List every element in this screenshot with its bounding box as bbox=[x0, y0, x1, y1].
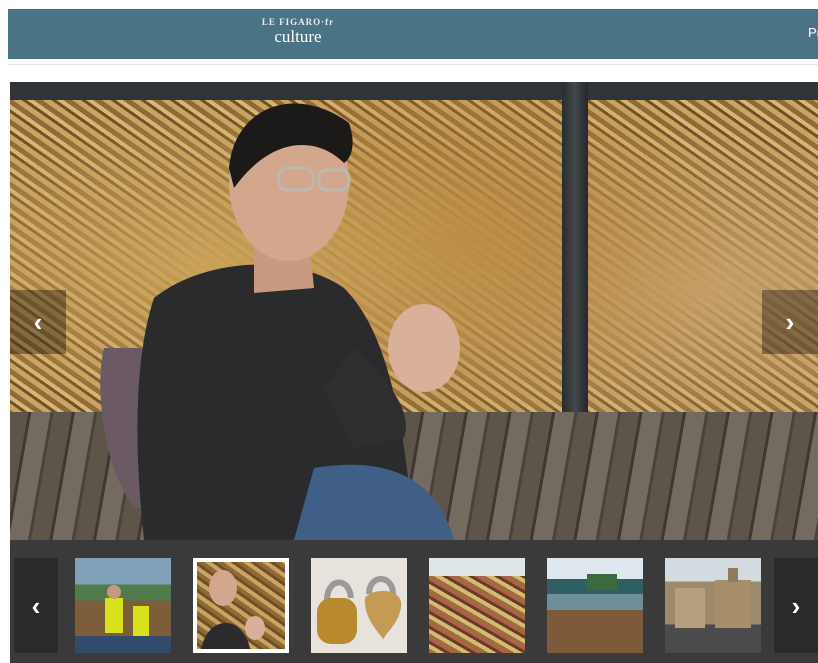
chevron-left-icon: ‹ bbox=[31, 590, 41, 621]
person-figure bbox=[100, 103, 460, 540]
chevron-right-icon: › bbox=[785, 307, 795, 337]
thumbnail-strip: ‹ › bbox=[10, 540, 818, 663]
site-header: LE FIGARO·fr culture Pr bbox=[8, 9, 818, 59]
thumbnail-5[interactable] bbox=[547, 558, 643, 653]
thumbnail-6-image bbox=[675, 568, 751, 628]
thumbnail-2[interactable] bbox=[193, 558, 289, 653]
thumbnail-5-image bbox=[587, 574, 617, 590]
gallery-next-button[interactable]: › bbox=[762, 290, 818, 354]
chevron-right-icon: › bbox=[791, 590, 801, 621]
thumbnail-1-image bbox=[75, 585, 171, 653]
gallery-prev-button[interactable]: ‹ bbox=[10, 290, 66, 354]
bridge-post bbox=[562, 82, 588, 462]
thumbnail-4-image bbox=[429, 558, 525, 576]
chevron-left-icon: ‹ bbox=[33, 307, 43, 337]
thumbnail-6[interactable] bbox=[665, 558, 761, 653]
strip-next-button[interactable]: › bbox=[774, 558, 818, 653]
thumbnail-2-image bbox=[201, 570, 265, 653]
thumbnail-1[interactable] bbox=[75, 558, 171, 653]
header-nav-edge[interactable]: Pr bbox=[808, 25, 818, 40]
main-gallery-photo[interactable]: ‹ › bbox=[10, 82, 818, 540]
strip-prev-button[interactable]: ‹ bbox=[14, 558, 58, 653]
figaro-logo-text[interactable]: LE FIGARO·fr bbox=[8, 17, 588, 27]
thumbnail-3-image bbox=[317, 576, 402, 644]
section-title[interactable]: culture bbox=[8, 27, 588, 47]
thumbnail-3[interactable] bbox=[311, 558, 407, 653]
header-divider bbox=[8, 64, 818, 65]
thumbnail-4[interactable] bbox=[429, 558, 525, 653]
